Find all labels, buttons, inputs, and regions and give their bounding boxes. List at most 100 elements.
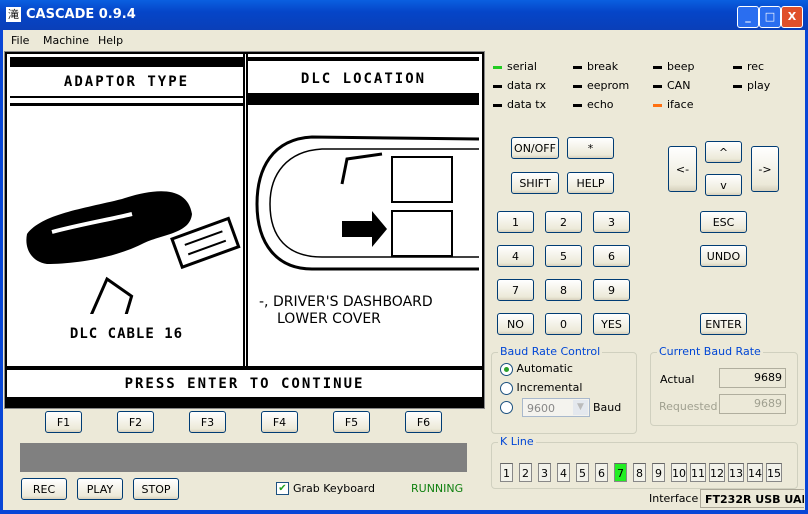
no-button[interactable]: NO bbox=[497, 313, 534, 335]
indicator-label: eeprom bbox=[587, 79, 630, 92]
help-button[interactable]: HELP bbox=[567, 172, 614, 194]
play-button[interactable]: PLAY bbox=[77, 478, 123, 500]
indicator-led-icon bbox=[653, 84, 662, 88]
maximize-button[interactable]: □ bbox=[759, 6, 781, 28]
f1-button[interactable]: F1 bbox=[45, 411, 82, 433]
indicator-iface: iface bbox=[653, 98, 694, 111]
f6-button[interactable]: F6 bbox=[405, 411, 442, 433]
caption-line: -, DRIVER'S DASHBOARD bbox=[259, 294, 433, 310]
interface-label: Interface bbox=[649, 492, 699, 505]
title-bar[interactable]: 滝 CASCADE 0.9.4 _ □ X bbox=[0, 0, 808, 30]
indicator-play: play bbox=[733, 79, 770, 92]
k-line-2-toggle[interactable]: 2 bbox=[519, 463, 532, 482]
k-line-12-toggle[interactable]: 12 bbox=[709, 463, 725, 482]
dlc-cable-illustration bbox=[26, 191, 241, 314]
radio-icon bbox=[500, 381, 513, 395]
up-arrow-button[interactable]: ^ bbox=[705, 141, 742, 163]
k-line-group: K Line 1 2 3 4 5 6 7 8 9 10 11 12 13 14 15 bbox=[491, 435, 798, 489]
indicator-led-icon bbox=[733, 65, 742, 69]
indicator-beep: beep bbox=[653, 60, 695, 73]
adaptor-type-header: ADAPTOR TYPE bbox=[63, 74, 190, 90]
band bbox=[10, 57, 243, 67]
undo-button[interactable]: UNDO bbox=[700, 245, 747, 267]
status-bar-area bbox=[20, 443, 467, 472]
star-button[interactable]: * bbox=[567, 137, 614, 159]
k-line-13-toggle[interactable]: 13 bbox=[728, 463, 744, 482]
indicator-serial: serial bbox=[493, 60, 537, 73]
grab-keyboard-label[interactable]: Grab Keyboard bbox=[293, 482, 375, 495]
divider bbox=[10, 103, 243, 106]
stop-button[interactable]: STOP bbox=[133, 478, 179, 500]
on-off-button[interactable]: ON/OFF bbox=[511, 137, 559, 159]
f3-button[interactable]: F3 bbox=[189, 411, 226, 433]
chevron-down-icon: ▼ bbox=[573, 400, 588, 415]
indicator-label: play bbox=[747, 79, 771, 92]
baud-select[interactable]: 9600 ▼ bbox=[522, 398, 590, 417]
key-8-button[interactable]: 8 bbox=[545, 279, 582, 301]
menu-machine[interactable]: Machine bbox=[43, 34, 89, 47]
key-6-button[interactable]: 6 bbox=[593, 245, 630, 267]
key-3-button[interactable]: 3 bbox=[593, 211, 630, 233]
menu-help[interactable]: Help bbox=[98, 34, 123, 47]
left-arrow-button[interactable]: <- bbox=[668, 146, 697, 192]
incremental-radio[interactable]: Incremental bbox=[500, 381, 582, 395]
f2-button[interactable]: F2 bbox=[117, 411, 154, 433]
grab-keyboard-checkbox[interactable]: ✔ bbox=[276, 482, 289, 495]
indicator-led-icon bbox=[493, 84, 502, 88]
key-7-button[interactable]: 7 bbox=[497, 279, 534, 301]
indicator-label: serial bbox=[507, 60, 537, 73]
k-line-8-toggle[interactable]: 8 bbox=[633, 463, 646, 482]
rec-button[interactable]: REC bbox=[21, 478, 67, 500]
caption-line: LOWER COVER bbox=[277, 311, 381, 327]
indicator-can: CAN bbox=[653, 79, 690, 92]
key-2-button[interactable]: 2 bbox=[545, 211, 582, 233]
divider bbox=[10, 96, 243, 98]
k-line-15-toggle[interactable]: 15 bbox=[766, 463, 782, 482]
k-line-1-toggle[interactable]: 1 bbox=[500, 463, 513, 482]
indicator-label: beep bbox=[667, 60, 695, 73]
indicator-label: data tx bbox=[507, 98, 547, 111]
key-1-button[interactable]: 1 bbox=[497, 211, 534, 233]
fixed-baud-radio[interactable] bbox=[500, 400, 513, 414]
baud-rate-control-group: Baud Rate Control Automatic Incremental … bbox=[491, 345, 637, 434]
indicator-data-rx: data rx bbox=[493, 79, 546, 92]
f5-button[interactable]: F5 bbox=[333, 411, 370, 433]
k-line-7-toggle[interactable]: 7 bbox=[614, 463, 627, 482]
indicator-break: break bbox=[573, 60, 618, 73]
adaptor-caption: DLC CABLE 16 bbox=[69, 326, 184, 342]
k-line-5-toggle[interactable]: 5 bbox=[576, 463, 589, 482]
running-status: RUNNING bbox=[411, 482, 464, 495]
k-line-9-toggle[interactable]: 9 bbox=[652, 463, 665, 482]
indicator-label: echo bbox=[587, 98, 614, 111]
automatic-radio[interactable]: Automatic bbox=[500, 362, 573, 376]
down-arrow-button[interactable]: v bbox=[705, 174, 742, 196]
menu-file[interactable]: File bbox=[11, 34, 29, 47]
group-title: Current Baud Rate bbox=[657, 345, 763, 358]
right-arrow-button[interactable]: -> bbox=[751, 146, 779, 192]
group-title: K Line bbox=[498, 435, 536, 448]
k-line-10-toggle[interactable]: 10 bbox=[671, 463, 687, 482]
shift-button[interactable]: SHIFT bbox=[511, 172, 559, 194]
indicator-data-tx: data tx bbox=[493, 98, 546, 111]
yes-button[interactable]: YES bbox=[593, 313, 630, 335]
key-0-button[interactable]: 0 bbox=[545, 313, 582, 335]
minimize-button[interactable]: _ bbox=[737, 6, 759, 28]
enter-button[interactable]: ENTER bbox=[700, 313, 747, 335]
key-9-button[interactable]: 9 bbox=[593, 279, 630, 301]
indicator-label: break bbox=[587, 60, 619, 73]
scan-tool-display[interactable]: ADAPTOR TYPE DLC CABLE 16 DLC LOCATION -… bbox=[4, 51, 485, 409]
key-5-button[interactable]: 5 bbox=[545, 245, 582, 267]
car-dashboard-illustration bbox=[255, 135, 479, 271]
k-line-6-toggle[interactable]: 6 bbox=[595, 463, 608, 482]
band bbox=[7, 397, 482, 406]
esc-button[interactable]: ESC bbox=[700, 211, 747, 233]
requested-label: Requested bbox=[659, 400, 718, 413]
f4-button[interactable]: F4 bbox=[261, 411, 298, 433]
k-line-3-toggle[interactable]: 3 bbox=[538, 463, 551, 482]
radio-icon bbox=[500, 400, 513, 414]
key-4-button[interactable]: 4 bbox=[497, 245, 534, 267]
k-line-4-toggle[interactable]: 4 bbox=[557, 463, 570, 482]
close-button[interactable]: X bbox=[781, 6, 803, 28]
k-line-11-toggle[interactable]: 11 bbox=[690, 463, 706, 482]
k-line-14-toggle[interactable]: 14 bbox=[747, 463, 763, 482]
